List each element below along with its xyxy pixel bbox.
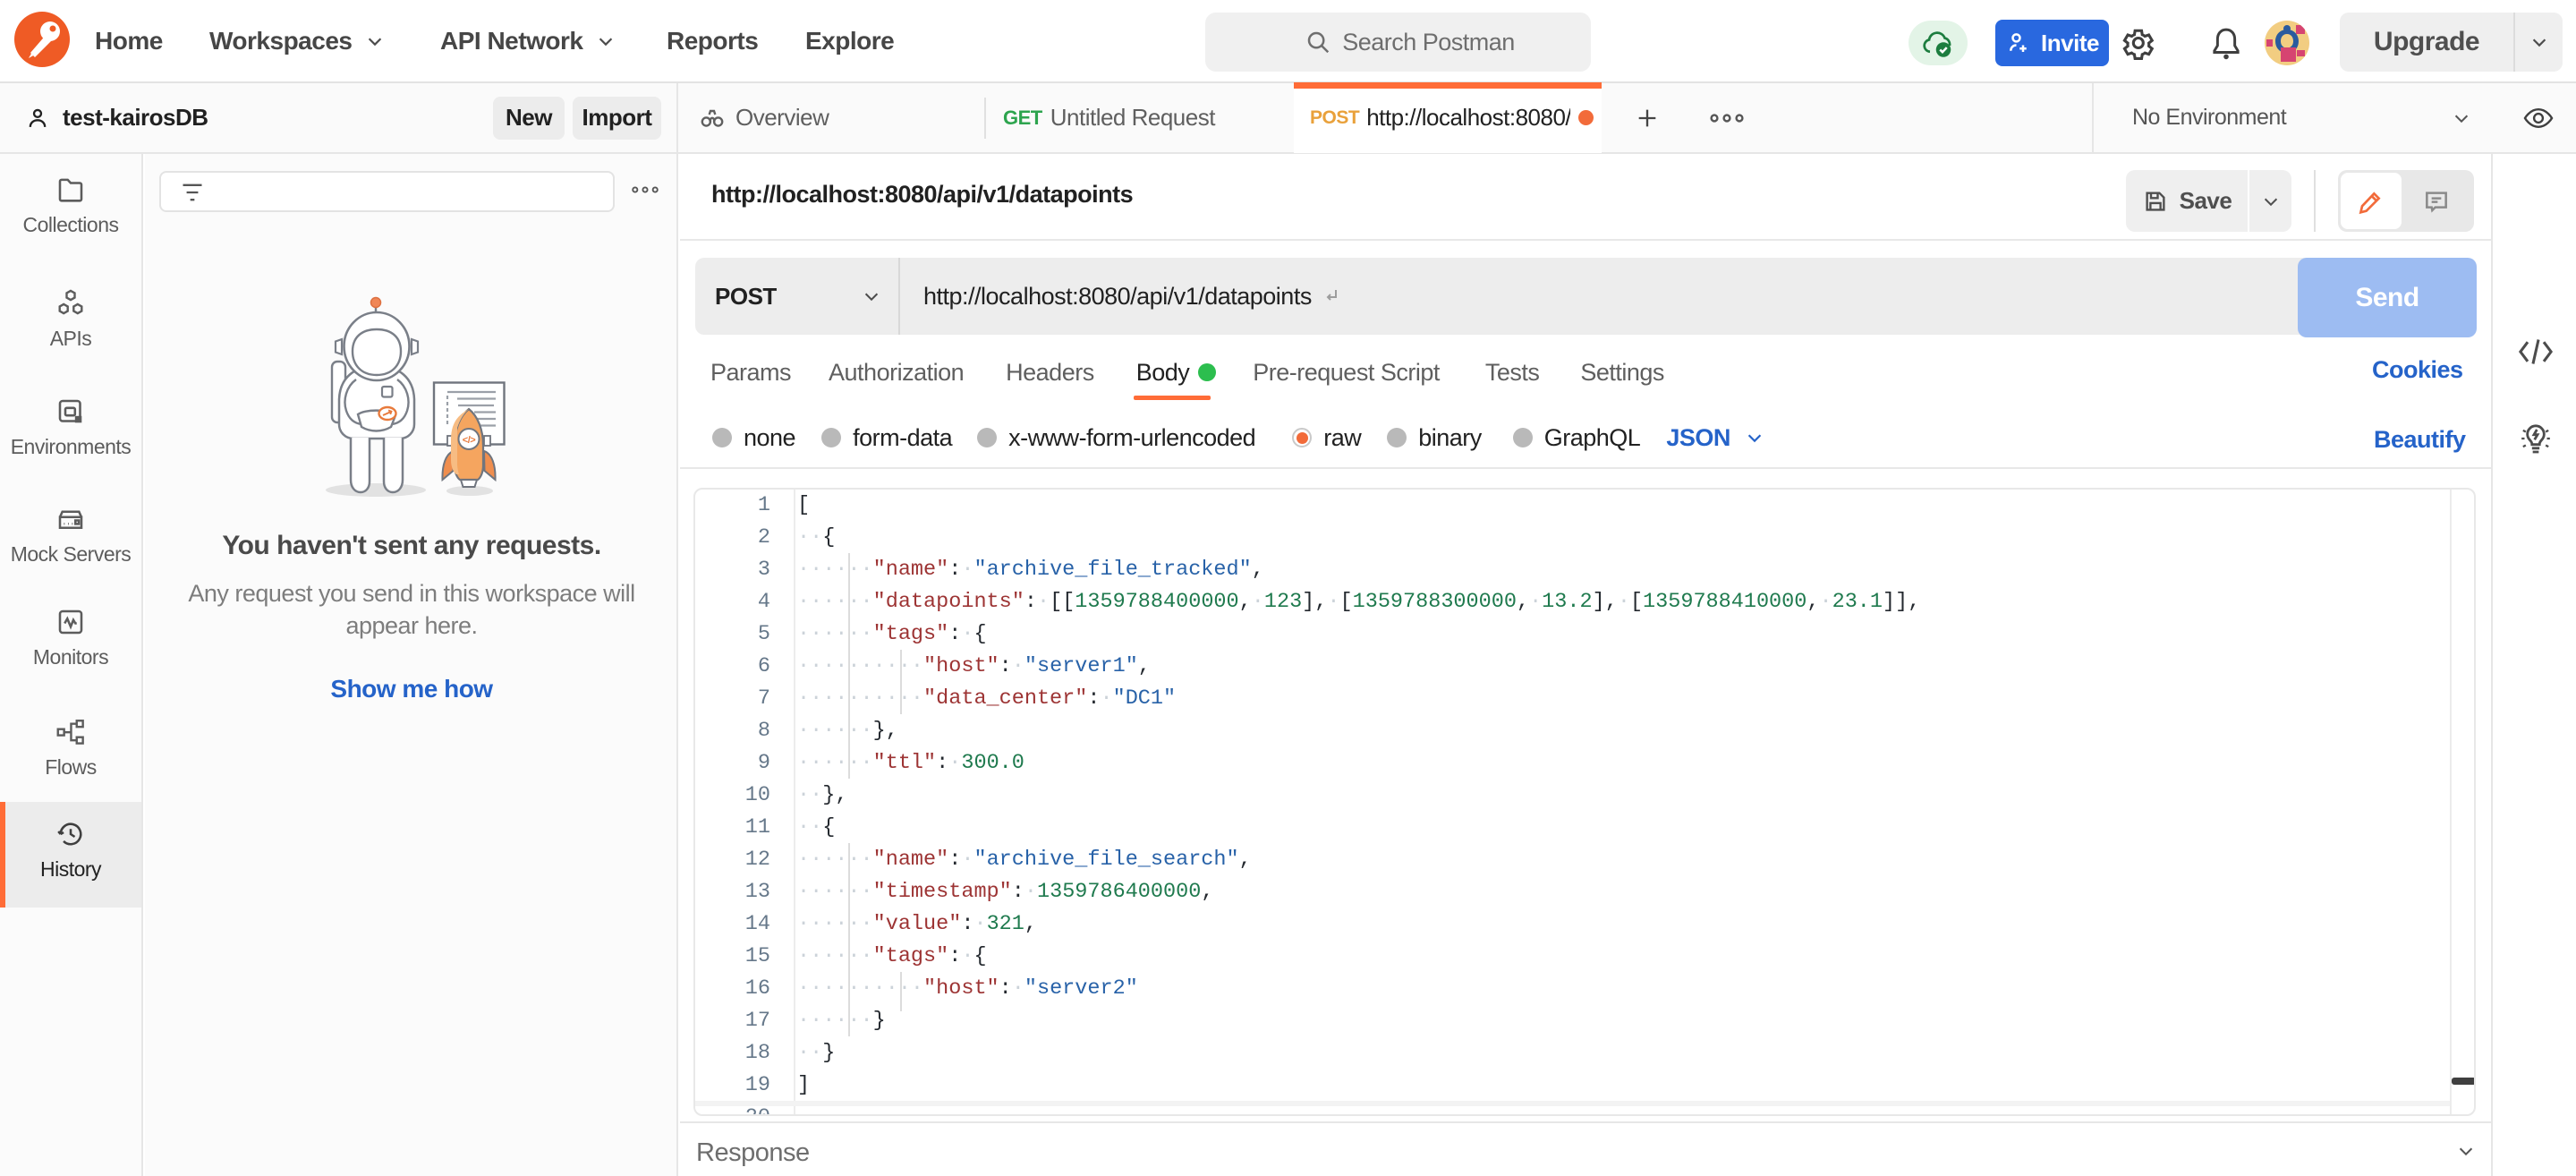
svg-text:</>: </> (463, 435, 475, 446)
